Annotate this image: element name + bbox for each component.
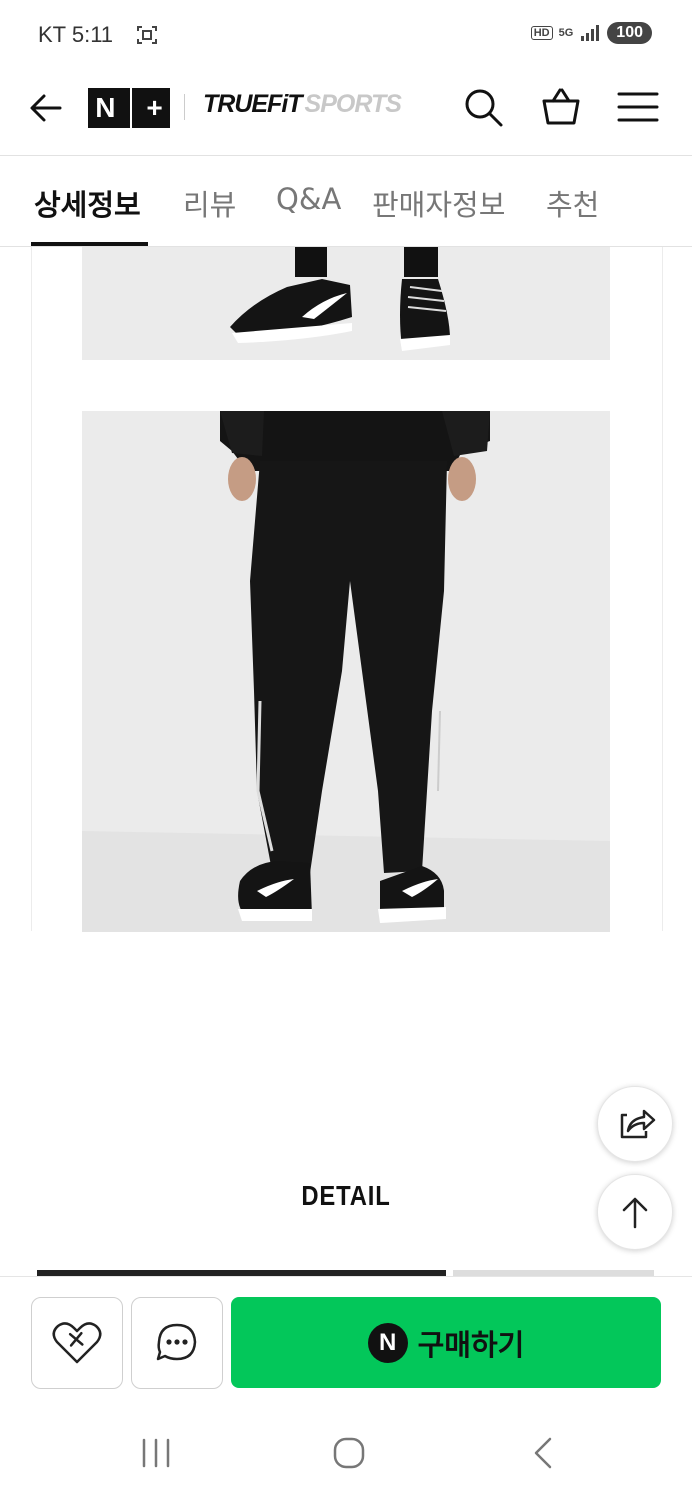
chat-bubble-icon: [156, 1323, 197, 1361]
product-photo-shoes: [82, 247, 610, 360]
buy-now-button[interactable]: N 구매하기: [231, 1297, 661, 1388]
store-brand-logo[interactable]: TRUEFiT SPORTS: [203, 90, 402, 119]
buy-now-label: 구매하기: [417, 1327, 525, 1362]
search-icon[interactable]: [462, 86, 504, 128]
logo-separator: [129, 88, 132, 128]
tab-qna[interactable]: Q&A: [276, 182, 341, 216]
logo-n: N: [95, 92, 116, 123]
network-5g-icon: 5G: [558, 27, 574, 39]
shoes-illustration: [82, 247, 610, 360]
share-button[interactable]: [597, 1086, 673, 1162]
naver-pay-icon: N: [367, 1322, 408, 1363]
hd-voice-icon: HD: [530, 26, 553, 40]
arrow-up-icon: [622, 1197, 648, 1229]
recent-apps-icon[interactable]: [136, 1436, 176, 1470]
shopping-basket-icon[interactable]: [540, 86, 582, 128]
back-arrow-icon[interactable]: [26, 88, 66, 128]
status-carrier-time: KT 5:11: [38, 22, 113, 48]
share-icon: [620, 1109, 656, 1139]
tab-details[interactable]: 상세정보: [34, 182, 141, 224]
battery-indicator: 100: [607, 22, 652, 44]
status-bar: KT 5:11 HD 5G 100: [0, 0, 692, 70]
clock: 5:11: [71, 22, 114, 47]
product-photo-pants-back: [82, 411, 610, 932]
pants-illustration: [82, 411, 610, 932]
back-nav-icon[interactable]: [528, 1436, 560, 1470]
logo-plus: +: [146, 92, 163, 123]
naver-plus-logo[interactable]: N +: [88, 88, 170, 128]
product-tabs: 상세정보 리뷰 Q&A 판매자정보 추천: [0, 156, 692, 247]
section-title-detail: DETAIL: [301, 1180, 391, 1211]
screen-record-icon: [137, 26, 157, 44]
signal-icon: [581, 25, 600, 41]
active-tab-indicator: [31, 242, 148, 246]
inquiry-chat-button[interactable]: [131, 1297, 223, 1389]
tab-recommend[interactable]: 추천: [546, 182, 599, 224]
status-icons: HD 5G 100: [530, 22, 652, 44]
brand-secondary: SPORTS: [304, 90, 402, 118]
system-nav-bar: [0, 1406, 692, 1500]
carrier-label: KT: [38, 22, 66, 47]
wishlist-button[interactable]: [31, 1297, 123, 1389]
home-icon[interactable]: [330, 1436, 368, 1470]
menu-icon[interactable]: [617, 86, 659, 128]
heart-plus-icon: [52, 1322, 102, 1364]
header-divider: [184, 94, 185, 120]
scroll-top-button[interactable]: [597, 1174, 673, 1250]
tab-seller-info[interactable]: 판매자정보: [372, 182, 505, 224]
app-header: N + TRUEFiT SPORTS: [0, 70, 692, 156]
brand-primary: TRUEFiT: [203, 90, 303, 118]
tab-reviews[interactable]: 리뷰: [183, 182, 236, 224]
